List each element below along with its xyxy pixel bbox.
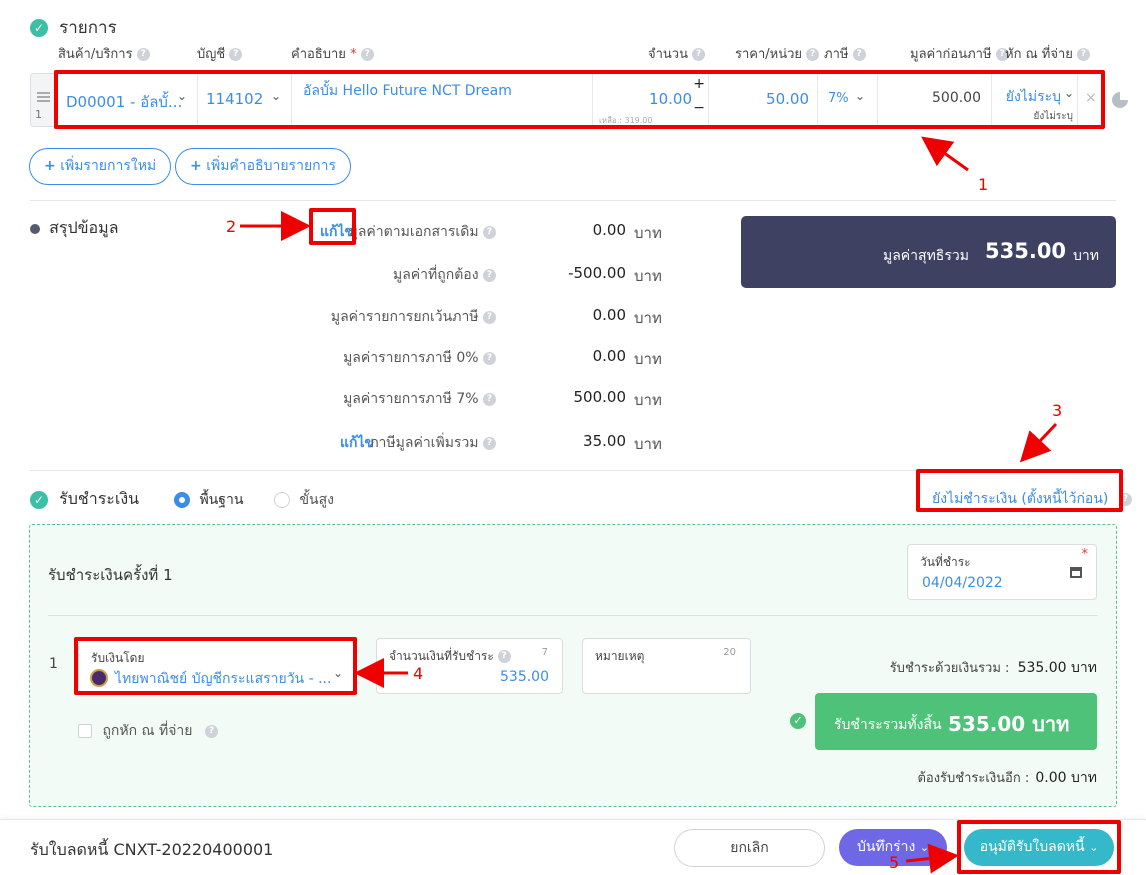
annotation-number-1: 1 — [978, 175, 989, 194]
annotation-number-2: 2 — [226, 217, 237, 236]
annotation-number-3: 3 — [1052, 401, 1063, 420]
annotation-arrows — [240, 136, 1058, 874]
arrow-5 — [905, 843, 959, 874]
arrow-1 — [921, 136, 969, 172]
arrow-3 — [1019, 422, 1058, 463]
annotation-number-5: 5 — [889, 853, 900, 872]
annotation-number-4: 4 — [413, 664, 424, 683]
